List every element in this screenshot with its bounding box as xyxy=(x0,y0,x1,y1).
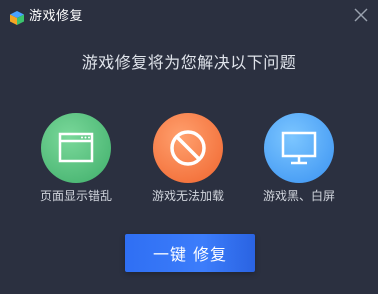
issue-circle xyxy=(153,113,223,183)
close-icon[interactable] xyxy=(352,6,370,24)
monitor-icon xyxy=(281,131,317,165)
browser-window-icon xyxy=(58,132,94,163)
issue-circle xyxy=(264,113,334,183)
game-cube-icon xyxy=(10,10,24,25)
prohibited-icon xyxy=(170,130,206,166)
window-title: 游戏修复 xyxy=(29,9,84,24)
title-bar: 游戏修复 xyxy=(0,0,378,34)
fix-button-label: 一键 修复 xyxy=(152,245,228,264)
issue-label: 游戏无法加载 xyxy=(151,189,224,203)
issue-black-white-screen: 游戏黑、白屏 xyxy=(254,113,344,204)
issue-label: 页面显示错乱 xyxy=(39,189,112,203)
issue-label: 游戏黑、白屏 xyxy=(262,189,335,203)
headline: 游戏修复将为您解决以下问题 xyxy=(81,53,297,72)
issue-page-display: 页面显示错乱 xyxy=(31,113,121,204)
one-click-fix-button[interactable]: 一键 修复 xyxy=(125,234,255,272)
issue-game-load: 游戏无法加载 xyxy=(143,113,233,204)
issue-circle xyxy=(41,113,111,183)
